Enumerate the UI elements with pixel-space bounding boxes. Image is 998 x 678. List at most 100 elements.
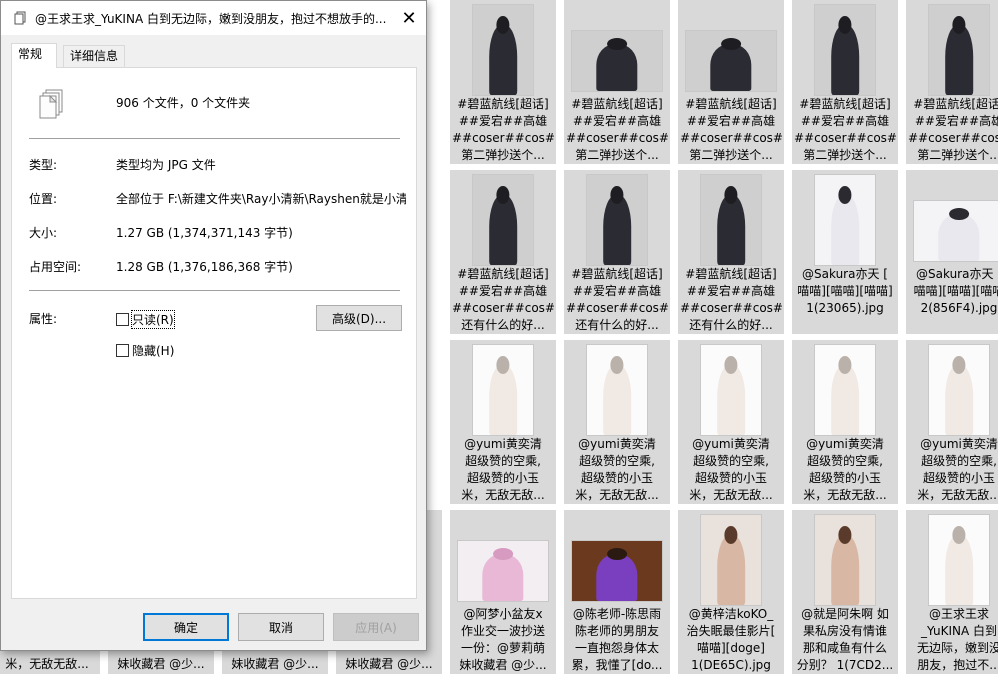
image-thumbnail [700, 514, 762, 606]
caption-line: ##coser##cos# [794, 131, 896, 145]
caption-line: @陈老师-陈思雨 [572, 607, 662, 621]
file-name-caption: @yumi黄奕清 超级赞的空乘, 超级赞的小玉 米，无敌无敌... [680, 436, 782, 504]
file-thumbnail-item[interactable]: @Sakura亦天 [喵喵][喵喵][喵喵 2(856F4).jpg [906, 170, 998, 334]
caption-line: 超级赞的空乘, [921, 454, 997, 468]
file-thumbnail-item[interactable]: #碧蓝航线[超话] ##爱宕##高雄 ##coser##cos# 还有什么的好... [450, 170, 556, 334]
caption-line: @yumi黄奕清 [920, 437, 998, 451]
separator [29, 290, 400, 291]
file-name-caption: @Sakura亦天 [喵喵][喵喵][喵喵] 1(23065).jpg [794, 266, 896, 317]
tab-general[interactable]: 常规 [11, 43, 57, 68]
hidden-checkbox[interactable]: 隐藏(H) [116, 342, 174, 359]
checkbox-box[interactable] [116, 344, 129, 357]
location-value: 全部位于 F:\新建文件夹\Ray小清新\Rayshen就是小清 [116, 192, 406, 206]
caption-line: #碧蓝航线[超话] [571, 97, 663, 111]
advanced-button[interactable]: 高级(D)... [316, 305, 402, 331]
disk-size-label: 占用空间: [29, 260, 82, 274]
image-thumbnail [814, 514, 876, 606]
image-thumbnail [814, 4, 876, 96]
file-thumbnail-item[interactable]: #碧蓝航线[超话] ##爱宕##高雄 ##coser##cos# 第二弹抄送个... [678, 0, 784, 164]
file-thumbnail-item[interactable]: @yumi黄奕清 超级赞的空乘, 超级赞的小玉 米，无敌无敌... [678, 340, 784, 504]
caption-line: ##coser##cos# [680, 131, 782, 145]
caption-line: 还有什么的好... [575, 318, 659, 332]
file-thumbnail-item[interactable]: @yumi黄奕清 超级赞的空乘, 超级赞的小玉 米，无敌无敌... [906, 340, 998, 504]
file-thumbnail-item[interactable]: @陈老师-陈思雨 陈老师的男朋友 一直抱怨身体太 累，我懂了[do... [564, 510, 670, 674]
apply-button[interactable]: 应用(A) [333, 613, 419, 641]
file-thumbnail-item[interactable]: #碧蓝航线[超话] ##爱宕##高雄 ##coser##cos# 第二弹抄送个... [564, 0, 670, 164]
ok-button[interactable]: 确定 [143, 613, 229, 641]
caption-line: ##爱宕##高雄 [458, 114, 548, 128]
caption-line: ##爱宕##高雄 [686, 114, 776, 128]
caption-line: 超级赞的小玉 [694, 471, 767, 485]
caption-line: 妹收藏君 @少... [117, 657, 205, 671]
caption-line: 第二弹抄送个... [917, 148, 998, 162]
type-value: 类型均为 JPG 文件 [116, 158, 216, 172]
attributes-label: 属性: [29, 312, 58, 326]
file-thumbnail-item[interactable]: #碧蓝航线[超话] ##爱宕##高雄 ##coser##cos# 还有什么的好... [564, 170, 670, 334]
caption-line: _YuKINA 白到 [921, 624, 997, 638]
file-thumbnail-item[interactable]: @黄梓洁koKO_ 治失眠最佳影片[喵喵][doge] 1(DE65C).jpg [678, 510, 784, 674]
caption-line: ##coser##cos# [452, 301, 554, 315]
file-thumbnail-item[interactable]: @yumi黄奕清 超级赞的空乘, 超级赞的小玉 米，无敌无敌... [450, 340, 556, 504]
type-label: 类型: [29, 158, 58, 172]
caption-line: #碧蓝航线[超话] [799, 97, 891, 111]
caption-line: 第二弹抄送个... [689, 148, 773, 162]
close-button[interactable]: ✕ [392, 1, 426, 35]
file-name-caption: @yumi黄奕清 超级赞的空乘, 超级赞的小玉 米，无敌无敌... [794, 436, 896, 504]
caption-line: ##爱宕##高雄 [686, 284, 776, 298]
caption-line: @Sakura亦天 [ [916, 267, 998, 281]
image-thumbnail [472, 344, 534, 436]
separator [29, 138, 400, 139]
disk-size-value: 1.28 GB (1,376,186,368 字节) [116, 260, 293, 274]
caption-line: 朋友，抱过不... [917, 658, 998, 672]
file-name-caption: @黄梓洁koKO_ 治失眠最佳影片[喵喵][doge] 1(DE65C).jpg [680, 606, 782, 674]
checkbox-box[interactable] [116, 313, 129, 326]
caption-line: 超级赞的小玉 [580, 471, 653, 485]
file-thumbnail-item[interactable]: @阿梦小盆友x 作业交一波抄送 一份：@萝莉萌 妹收藏君 @少... [450, 510, 556, 674]
caption-line: 超级赞的空乘, [579, 454, 655, 468]
hidden-label: 隐藏(H) [132, 344, 175, 358]
caption-line: 超级赞的小玉 [466, 471, 539, 485]
file-thumbnail-item[interactable]: @王求王求 _YuKINA 白到 无边际，嫩到没 朋友，抱过不... [906, 510, 998, 674]
caption-line: 果私房没有情谁 [802, 624, 887, 638]
file-name-caption: @Sakura亦天 [喵喵][喵喵][喵喵 2(856F4).jpg [908, 266, 998, 317]
caption-line: 无边际，嫩到没 [916, 641, 998, 655]
file-stack-icon [14, 11, 26, 25]
file-thumbnail-item[interactable]: #碧蓝航线[超话] ##爱宕##高雄 ##coser##cos# 第二弹抄送个... [792, 0, 898, 164]
image-thumbnail [928, 344, 990, 436]
caption-line: 米，无敌无敌... [575, 488, 659, 502]
image-thumbnail [700, 344, 762, 436]
caption-line: @yumi黄奕清 [806, 437, 884, 451]
caption-line: 1(23065).jpg [806, 301, 884, 315]
caption-line: ##爱宕##高雄 [572, 114, 662, 128]
caption-line: #碧蓝航线[超话] [685, 267, 777, 281]
file-name-caption: @yumi黄奕清 超级赞的空乘, 超级赞的小玉 米，无敌无敌... [566, 436, 668, 504]
caption-line: @yumi黄奕清 [692, 437, 770, 451]
caption-line: 米，无敌无敌... [917, 488, 998, 502]
cancel-button[interactable]: 取消 [238, 613, 324, 641]
file-thumbnail-item[interactable]: @yumi黄奕清 超级赞的空乘, 超级赞的小玉 米，无敌无敌... [564, 340, 670, 504]
file-thumbnail-item[interactable]: #碧蓝航线[超话] ##爱宕##高雄 ##coser##cos# 第二弹抄送个... [906, 0, 998, 164]
file-thumbnail-item[interactable]: #碧蓝航线[超话] ##爱宕##高雄 ##coser##cos# 还有什么的好... [678, 170, 784, 334]
caption-line: 分别？ 1(7CD2... [796, 658, 894, 672]
size-label: 大小: [29, 226, 58, 240]
file-name-caption: @就是阿朱啊 如果私房没有情谁 那和咸鱼有什么 分别？ 1(7CD2... [794, 606, 896, 674]
file-name-caption: @陈老师-陈思雨 陈老师的男朋友 一直抱怨身体太 累，我懂了[do... [566, 606, 668, 674]
file-thumbnail-item[interactable]: @Sakura亦天 [喵喵][喵喵][喵喵] 1(23065).jpg [792, 170, 898, 334]
file-thumbnail-item[interactable]: @就是阿朱啊 如果私房没有情谁 那和咸鱼有什么 分别？ 1(7CD2... [792, 510, 898, 674]
caption-line: @就是阿朱啊 如 [801, 607, 889, 621]
file-thumbnail-item[interactable]: @yumi黄奕清 超级赞的空乘, 超级赞的小玉 米，无敌无敌... [792, 340, 898, 504]
readonly-checkbox[interactable]: 只读(R) [116, 310, 175, 329]
caption-line: 还有什么的好... [689, 318, 773, 332]
title-bar[interactable]: @王求王求_YuKINA 白到无边际，嫩到没朋友，抱过不想放手的... ✕ [1, 1, 426, 35]
image-thumbnail [472, 174, 534, 266]
tab-details[interactable]: 详细信息 [63, 45, 125, 67]
caption-line: 米，无敌无敌... [461, 488, 545, 502]
file-thumbnail-item[interactable]: #碧蓝航线[超话] ##爱宕##高雄 ##coser##cos# 第二弹抄送个... [450, 0, 556, 164]
caption-line: 一份：@萝莉萌 [460, 641, 545, 655]
file-name-caption: @王求王求 _YuKINA 白到 无边际，嫩到没 朋友，抱过不... [908, 606, 998, 674]
file-name-caption: 妹收藏君 @少... [224, 656, 326, 673]
caption-line: 妹收藏君 @少... [459, 658, 547, 672]
image-thumbnail [586, 344, 648, 436]
caption-line: 第二弹抄送个... [575, 148, 659, 162]
image-thumbnail [928, 514, 990, 606]
